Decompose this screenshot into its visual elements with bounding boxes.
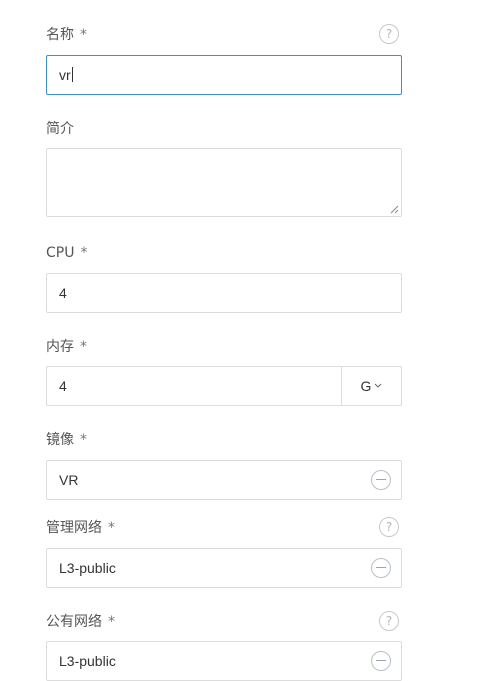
required-mark: * [80, 27, 87, 43]
resize-handle-icon[interactable] [389, 204, 399, 214]
description-label-text: 简介 [46, 121, 74, 137]
image-label: 镜像 * [46, 431, 87, 449]
memory-unit-value: G [360, 378, 372, 394]
memory-unit-select[interactable]: G [342, 367, 401, 405]
required-mark: * [80, 432, 87, 448]
management-network-label-text: 管理网络 [46, 520, 102, 536]
text-caret [71, 67, 73, 82]
required-mark: * [108, 614, 115, 630]
cpu-input-value: 4 [59, 285, 67, 301]
image-label-text: 镜像 [46, 432, 74, 448]
name-input-value: vr [59, 67, 71, 83]
memory-label-text: 内存 [46, 339, 74, 355]
description-label: 简介 [46, 120, 74, 138]
public-network-label: 公有网络 * [46, 613, 115, 631]
image-value: VR [59, 472, 79, 488]
cpu-label-text: CPU [46, 245, 75, 261]
public-network-value: L3-public [59, 653, 116, 669]
cpu-label: CPU * [46, 244, 87, 262]
chevron-down-icon [375, 383, 382, 388]
required-mark: * [108, 520, 115, 536]
help-icon[interactable]: ? [379, 517, 399, 537]
public-network-field[interactable]: L3-public [46, 641, 402, 681]
help-icon[interactable]: ? [379, 24, 399, 44]
management-network-label: 管理网络 * [46, 519, 115, 537]
management-network-field[interactable]: L3-public [46, 548, 402, 588]
name-label: 名称 * [46, 26, 87, 44]
name-input[interactable]: vr [46, 55, 402, 95]
memory-label: 内存 * [46, 338, 87, 356]
required-mark: * [80, 339, 87, 355]
remove-circle-icon[interactable] [371, 470, 391, 490]
image-field[interactable]: VR [46, 460, 402, 500]
description-textarea[interactable] [46, 148, 402, 217]
memory-input-value: 4 [59, 378, 67, 394]
remove-circle-icon[interactable] [371, 651, 391, 671]
name-label-text: 名称 [46, 27, 74, 43]
help-icon[interactable]: ? [379, 611, 399, 631]
remove-circle-icon[interactable] [371, 558, 391, 578]
memory-input[interactable]: 4 G [46, 366, 402, 406]
public-network-label-text: 公有网络 [46, 614, 102, 630]
management-network-value: L3-public [59, 560, 116, 576]
required-mark: * [80, 245, 88, 261]
cpu-input[interactable]: 4 [46, 273, 402, 313]
